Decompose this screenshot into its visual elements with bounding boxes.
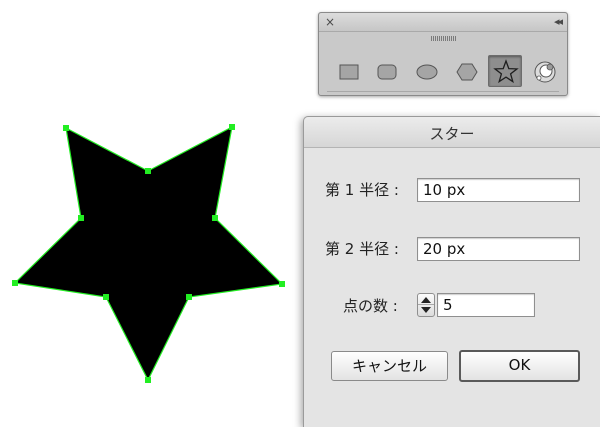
anchor-point-handle[interactable] [145,168,151,174]
radius2-label: 第 2 半径 : [325,240,399,258]
panel-divider [327,91,559,92]
stepper-divider [418,304,434,305]
star-options-dialog: スター 第 1 半径 : 第 2 半径 : 点の数 : キャンセル OK [303,116,600,427]
close-icon[interactable]: × [325,14,335,30]
stepper-up-icon[interactable] [421,297,431,303]
points-input[interactable] [437,293,535,317]
cancel-button[interactable]: キャンセル [331,351,448,381]
radius2-input[interactable] [417,237,580,261]
ellipse-icon [416,64,438,80]
points-label: 点の数 : [343,297,398,315]
dialog-titlebar[interactable]: スター [304,117,600,148]
anchor-point-handle[interactable] [145,377,151,383]
anchor-point-handle[interactable] [229,124,235,130]
star-shape[interactable] [0,0,300,400]
flare-icon [534,61,556,83]
star-icon [493,59,519,84]
tool-row [331,55,559,89]
collapse-icon[interactable]: ◂◂ [554,14,563,30]
rectangle-tool-button[interactable] [331,55,365,87]
anchor-point-handle[interactable] [279,281,285,287]
ok-button[interactable]: OK [459,350,580,382]
anchor-point-handle[interactable] [63,125,69,131]
anchor-point-handle[interactable] [103,294,109,300]
anchor-point-handle[interactable] [186,294,192,300]
star-path[interactable] [13,125,284,382]
panel-titlebar[interactable]: × ◂◂ [319,13,567,32]
anchor-point-handle[interactable] [78,215,84,221]
rectangle-icon [339,64,359,80]
rounded-rectangle-icon [377,64,397,80]
shape-tools-panel: × ◂◂ [318,12,568,96]
star-tool-button[interactable] [488,55,522,87]
polygon-tool-button[interactable] [449,55,483,87]
stepper-down-icon[interactable] [421,307,431,313]
radius1-label: 第 1 半径 : [325,181,399,199]
polygon-icon [456,63,478,81]
points-stepper[interactable] [417,293,435,317]
flare-tool-button[interactable] [527,55,561,87]
anchor-point-handle[interactable] [12,280,18,286]
radius1-input[interactable] [417,178,580,202]
ellipse-tool-button[interactable] [409,55,443,87]
rounded-rectangle-tool-button[interactable] [369,55,403,87]
anchor-point-handle[interactable] [212,215,218,221]
panel-grip-handle[interactable] [431,36,457,41]
dialog-title: スター [429,125,475,143]
artboard-canvas[interactable]: × ◂◂ スター 第 1 半径: 10 px 第 2 半径: 20 px 点… [0,0,600,427]
